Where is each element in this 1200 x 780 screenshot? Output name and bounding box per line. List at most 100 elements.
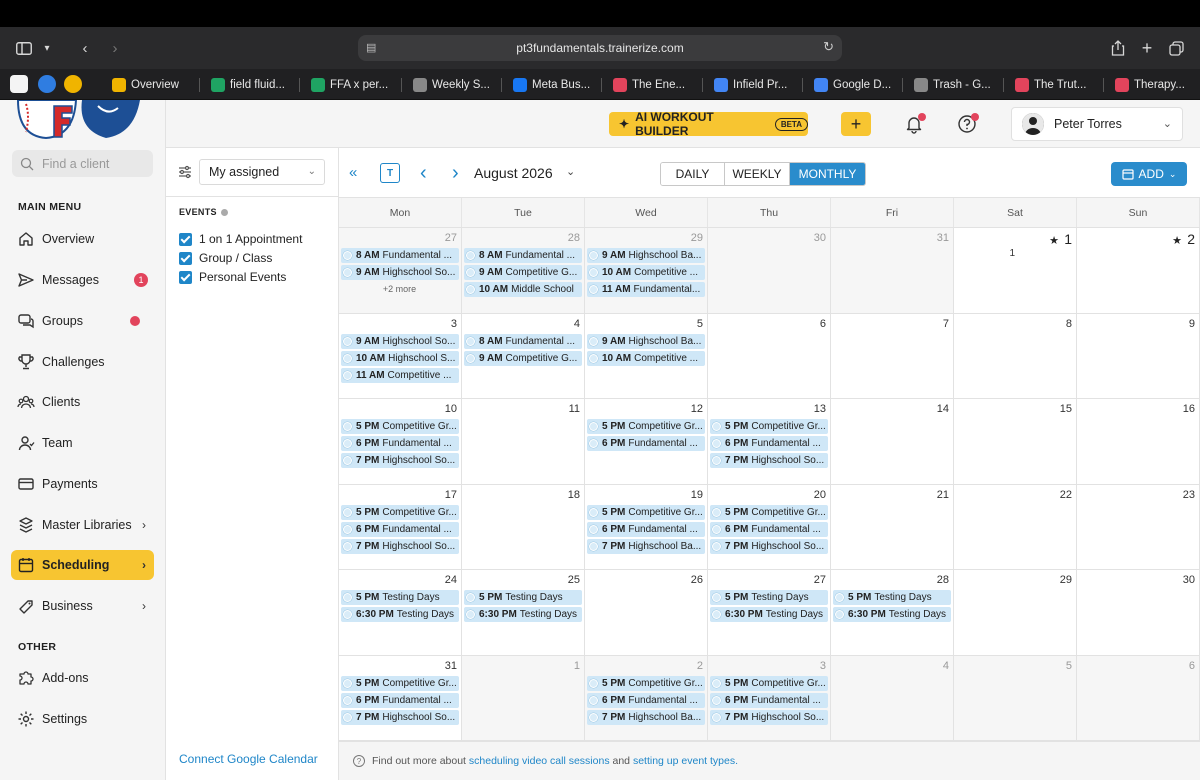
browser-tab[interactable]: The Trut... [1015,73,1105,97]
calendar-day-cell[interactable]: 19 5 PM Competitive Gr... 6 PM Fundamental .… [585,484,708,571]
calendar-day-cell[interactable]: 22 [954,484,1077,571]
calendar-event[interactable]: 7 PM Highschool Ba... [587,709,705,725]
calendar-day-cell[interactable]: 31 5 PM Competitive Gr... 6 PM Fundamental .… [339,655,462,742]
checkbox-checked[interactable] [179,232,192,246]
add-event-button[interactable]: ADD ⌄ [1111,162,1187,186]
calendar-event[interactable]: 7 PM Highschool So... [341,453,459,468]
calendar-day-cell[interactable]: 29 [954,570,1077,656]
calendar-event[interactable]: 11 AM Competitive ... [341,367,459,383]
filter-settings-icon[interactable] [178,165,192,179]
calendar-event[interactable]: 6 PM Fundamental ... [710,521,828,537]
calendar-day-cell[interactable]: 35 PM Competitive Gr... 6 PM Fundamental ..… [708,655,831,742]
calendar-event[interactable]: 5 PM Testing Days [833,590,951,605]
calendar-event[interactable]: 6:30 PM Testing Days [710,607,828,622]
calendar-day-cell[interactable]: 59 AM Highschool Ba... 10 AM Competitive ..… [585,313,708,400]
calendar-event[interactable]: 9 AM Competitive G... [464,265,582,280]
calendar-event[interactable]: 6 PM Fundamental ... [587,521,705,537]
calendar-day-cell[interactable]: 1 [462,655,585,742]
calendar-day-cell[interactable]: 48 AM Fundamental ... 9 AM Competitive G... [462,313,585,400]
calendar-event[interactable]: 5 PM Competitive Gr... [710,419,828,434]
checkbox-checked[interactable] [179,270,192,284]
quick-add-button[interactable]: + [841,112,871,136]
calendar-event[interactable]: 6 PM Fundamental ... [341,692,459,708]
calendar-event[interactable]: 5 PM Competitive Gr... [710,504,828,520]
back-icon[interactable]: ‹ [74,38,96,58]
calendar-day-cell[interactable]: 4 [831,655,954,742]
calendar-day-cell[interactable]: 26 [585,570,708,656]
calendar-day-cell[interactable]: 16 [1077,399,1200,485]
calendar-event[interactable]: 6 PM Fundamental ... [587,436,705,451]
browser-tab[interactable]: Overview [112,73,202,97]
scheduling-video-call-link[interactable]: scheduling video call sessions [469,755,610,767]
calendar-day-cell[interactable]: 27 8 AM Fundamental ... 9 AM Highschool So..… [339,228,462,314]
connect-google-calendar-link[interactable]: Connect Google Calendar [179,752,318,766]
calendar-day-cell[interactable]: 2 ★ [1077,228,1200,314]
calendar-event[interactable]: 8 AM Fundamental ... [464,248,582,263]
calendar-event[interactable]: 10 AM Highschool S... [341,350,459,366]
calendar-event[interactable]: 6 PM Fundamental ... [341,521,459,537]
more-events-link[interactable]: +2 more [339,284,460,294]
calendar-event[interactable]: 9 AM Competitive G... [464,350,582,366]
calendar-day-cell[interactable]: 6 [1077,655,1200,742]
calendar-event[interactable]: 7 PM Highschool So... [341,709,459,725]
today-button[interactable]: T [380,163,400,183]
calendar-event[interactable]: 6:30 PM Testing Days [464,607,582,622]
calendar-day-cell[interactable]: 21 [831,484,954,571]
nav-team[interactable]: Team [11,428,154,458]
nav-messages[interactable]: Messages 1 [11,265,154,295]
calendar-event[interactable]: 5 PM Testing Days [464,590,582,605]
calendar-day-cell[interactable]: 8 [954,313,1077,400]
ai-workout-builder-button[interactable]: ✦ AI WORKOUT BUILDER BETA [609,110,808,138]
browser-tab[interactable]: Meta Bus... [513,73,603,97]
calendar-day-cell[interactable]: 31 [831,228,954,314]
info-icon[interactable] [220,209,228,217]
nav-scheduling[interactable]: Scheduling › [11,550,154,580]
calendar-day-cell[interactable]: 1 ★ 1 [954,228,1077,314]
calendar-day-cell[interactable]: 30 [1077,570,1200,656]
nav-business[interactable]: Business › [11,591,154,621]
browser-tab[interactable]: Google D... [814,73,904,97]
share-icon[interactable] [1108,38,1128,58]
event-types-link[interactable]: setting up event types. [633,755,738,767]
browser-tab[interactable]: The Ene... [613,73,703,97]
calendar-event[interactable]: 6 PM Fundamental ... [710,436,828,451]
nav-add-ons[interactable]: Add-ons [11,663,154,693]
nav-clients[interactable]: Clients [11,387,154,417]
site-settings-icon[interactable]: ▤ [366,41,378,54]
calendar-event[interactable]: 5 PM Competitive Gr... [587,675,705,691]
month-title[interactable]: August 2026 [474,165,553,181]
calendar-day-cell[interactable]: 12 5 PM Competitive Gr... 6 PM Fundamental .… [585,399,708,485]
calendar-day-cell[interactable]: 25 PM Competitive Gr... 6 PM Fundamental ..… [585,655,708,742]
tab-overview-icon[interactable] [1166,38,1186,58]
nav-master-libraries[interactable]: Master Libraries › [11,510,154,540]
calendar-event[interactable]: 5 PM Competitive Gr... [710,675,828,691]
nav-payments[interactable]: Payments [11,469,154,499]
calendar-day-cell[interactable]: 29 9 AM Highschool Ba... 10 AM Competitive .… [585,228,708,314]
client-search-input[interactable]: Find a client [12,150,153,177]
calendar-day-cell[interactable]: 23 [1077,484,1200,571]
view-daily-button[interactable]: DAILY [661,163,725,185]
nav-challenges[interactable]: Challenges [11,347,154,377]
calendar-day-cell[interactable]: 20 5 PM Competitive Gr... 6 PM Fundamental .… [708,484,831,571]
reload-icon[interactable]: ↻ [823,39,834,55]
calendar-event[interactable]: 5 PM Competitive Gr... [587,419,705,434]
calendar-event[interactable]: 11 AM Fundamental... [587,282,705,297]
calendar-day-cell[interactable]: 6 [708,313,831,400]
calendar-day-cell[interactable]: 10 5 PM Competitive Gr... 6 PM Fundamental .… [339,399,462,485]
calendar-event[interactable]: 5 PM Competitive Gr... [587,504,705,520]
calendar-event[interactable]: 9 AM Highschool So... [341,265,459,280]
calendar-day-cell[interactable]: 15 [954,399,1077,485]
pinned-tab-3[interactable] [64,75,82,93]
calendar-event[interactable]: 7 PM Highschool So... [710,538,828,554]
calendar-day-cell[interactable]: 14 [831,399,954,485]
browser-tab[interactable]: Trash - G... [914,73,1004,97]
calendar-event[interactable]: 10 AM Competitive ... [587,265,705,280]
pinned-tab-1[interactable] [10,75,28,93]
browser-tab[interactable]: Weekly S... [413,73,503,97]
calendar-event[interactable]: 5 PM Competitive Gr... [341,675,459,691]
calendar-event[interactable]: 5 PM Testing Days [341,590,459,605]
calendar-event[interactable]: 7 PM Highschool Ba... [587,538,705,554]
view-weekly-button[interactable]: WEEKLY [725,163,790,185]
calendar-event[interactable]: 5 PM Competitive Gr... [341,504,459,520]
user-menu[interactable]: Peter Torres ⌄ [1011,107,1183,141]
